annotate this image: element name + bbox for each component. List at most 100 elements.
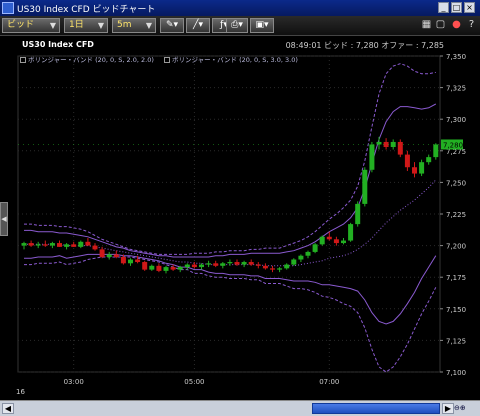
close-button[interactable]: × [464, 2, 475, 13]
date-label: 16 [16, 388, 25, 396]
chevron-down-icon: ▼ [97, 21, 104, 30]
period-dropdown[interactable]: 1日 ▼ [64, 18, 108, 33]
candle-body[interactable] [397, 141, 403, 155]
candle-body[interactable] [383, 141, 389, 148]
candle-body[interactable] [106, 254, 112, 257]
candle-body[interactable] [220, 263, 226, 266]
candle-body[interactable] [355, 203, 361, 225]
chart-scrollbar[interactable]: ◀ ▶ ⊖⊕ [0, 400, 480, 416]
zoom-controls[interactable]: ⊖⊕ [454, 402, 478, 415]
candle-body[interactable] [128, 259, 133, 264]
candle-body[interactable] [255, 264, 261, 266]
panel-collapse-handle[interactable]: ◀ [0, 202, 8, 236]
candle-body[interactable] [369, 144, 375, 170]
candle-body[interactable] [49, 243, 55, 246]
print-button[interactable]: ⎙▾ [226, 18, 248, 33]
candle-body[interactable] [99, 249, 105, 257]
y-tick-label: 7,200 [446, 243, 466, 251]
chevron-down-icon: ▼ [49, 21, 56, 30]
candle-body[interactable] [326, 236, 332, 240]
scroll-left-button[interactable]: ◀ [2, 403, 14, 414]
candle-body[interactable] [412, 167, 417, 174]
candle-body[interactable] [35, 244, 41, 246]
candle-body[interactable] [319, 236, 325, 245]
candle-body[interactable] [113, 254, 119, 257]
price-type-dropdown[interactable]: ビッド ▼ [2, 18, 60, 33]
candle-body[interactable] [42, 244, 48, 246]
candle-body[interactable] [305, 251, 311, 256]
timeframe-dropdown[interactable]: 5m ▼ [112, 18, 156, 33]
alert-icon[interactable]: ● [450, 18, 463, 32]
bid-value: 7,280 [355, 41, 379, 50]
legend-bollinger-3[interactable]: ボリンジャー・バンド (20, 0, S, 3.0, 3.0) [164, 54, 298, 64]
legend-bollinger-2[interactable]: ボリンジャー・バンド (20, 0, S, 2.0, 2.0) [20, 54, 154, 64]
offer-value: 7,285 [421, 41, 444, 50]
scroll-right-button[interactable]: ▶ [442, 403, 454, 414]
candle-body[interactable] [284, 264, 290, 269]
candle-body[interactable] [362, 169, 368, 204]
price-type-value: ビッド [7, 20, 35, 30]
candle-body[interactable] [341, 240, 346, 244]
candle-body[interactable] [120, 256, 126, 264]
window-icon[interactable]: ▢ [434, 18, 447, 32]
candle-body[interactable] [333, 239, 339, 244]
candle-body[interactable] [57, 243, 62, 247]
scrollbar-thumb[interactable] [312, 403, 440, 414]
period-value: 1日 [69, 20, 84, 30]
quote-time: 08:49:01 [285, 41, 322, 50]
maximize-button[interactable]: □ [451, 2, 462, 13]
candle-body[interactable] [184, 264, 190, 268]
candle-body[interactable] [348, 224, 354, 241]
candle-body[interactable] [64, 244, 70, 247]
candle-body[interactable] [92, 245, 98, 250]
candle-body[interactable] [426, 157, 432, 163]
candle-body[interactable] [142, 262, 148, 270]
y-tick-label: 7,125 [446, 337, 466, 345]
candle-body[interactable] [170, 267, 176, 270]
chevron-right-icon: ▶ [444, 404, 452, 413]
candle-body[interactable] [248, 262, 254, 265]
chart-type-button[interactable]: ╱▾ [186, 18, 210, 33]
candle-body[interactable] [21, 243, 27, 246]
candle-body[interactable] [291, 259, 297, 265]
chart-canvas[interactable]: 7,3507,3257,3007,2757,2507,2257,2007,175… [0, 36, 480, 400]
candle-body[interactable] [404, 154, 410, 168]
y-tick-label: 7,250 [446, 179, 466, 187]
legend-label: ボリンジャー・バンド (20, 0, S, 3.0, 3.0) [172, 56, 298, 64]
export-button[interactable]: ▣▾ [250, 18, 274, 33]
candle-body[interactable] [28, 243, 34, 246]
candle-body[interactable] [71, 244, 77, 247]
candle-body[interactable] [78, 241, 84, 247]
checkbox-icon [164, 57, 170, 63]
y-tick-label: 7,100 [446, 369, 466, 377]
bollinger-middle [24, 179, 437, 267]
candle-body[interactable] [234, 262, 240, 265]
candle-body[interactable] [241, 262, 247, 265]
candle-body[interactable] [270, 268, 275, 270]
candle-body[interactable] [156, 265, 162, 271]
minimize-button[interactable]: _ [438, 2, 449, 13]
candle-body[interactable] [419, 162, 425, 174]
candle-body[interactable] [213, 263, 219, 266]
zoom-icon: ⊖⊕ [454, 404, 466, 412]
candle-body[interactable] [227, 262, 233, 264]
y-tick-label: 7,325 [446, 85, 466, 93]
candle-body[interactable] [262, 265, 268, 269]
help-icon[interactable]: ? [465, 18, 478, 32]
candle-body[interactable] [135, 259, 141, 263]
candle-body[interactable] [163, 267, 169, 271]
y-tick-label: 7,350 [446, 53, 466, 61]
candle-body[interactable] [206, 263, 212, 265]
candle-body[interactable] [85, 241, 91, 246]
candle-body[interactable] [433, 144, 439, 158]
candle-body[interactable] [149, 265, 155, 270]
price-chart[interactable]: 7,350 7,325 7,300 7,275 7,250 7,225 7,200 7,175… [0, 36, 480, 400]
candle-body[interactable] [177, 267, 183, 270]
draw-line-tool-button[interactable]: ✎▾ [160, 18, 184, 33]
candle-body[interactable] [199, 264, 204, 268]
candle-body[interactable] [298, 255, 304, 260]
candle-body[interactable] [191, 264, 197, 268]
candle-body[interactable] [277, 268, 283, 270]
candle-body[interactable] [312, 244, 318, 252]
grid-icon[interactable]: ▦ [420, 18, 433, 32]
